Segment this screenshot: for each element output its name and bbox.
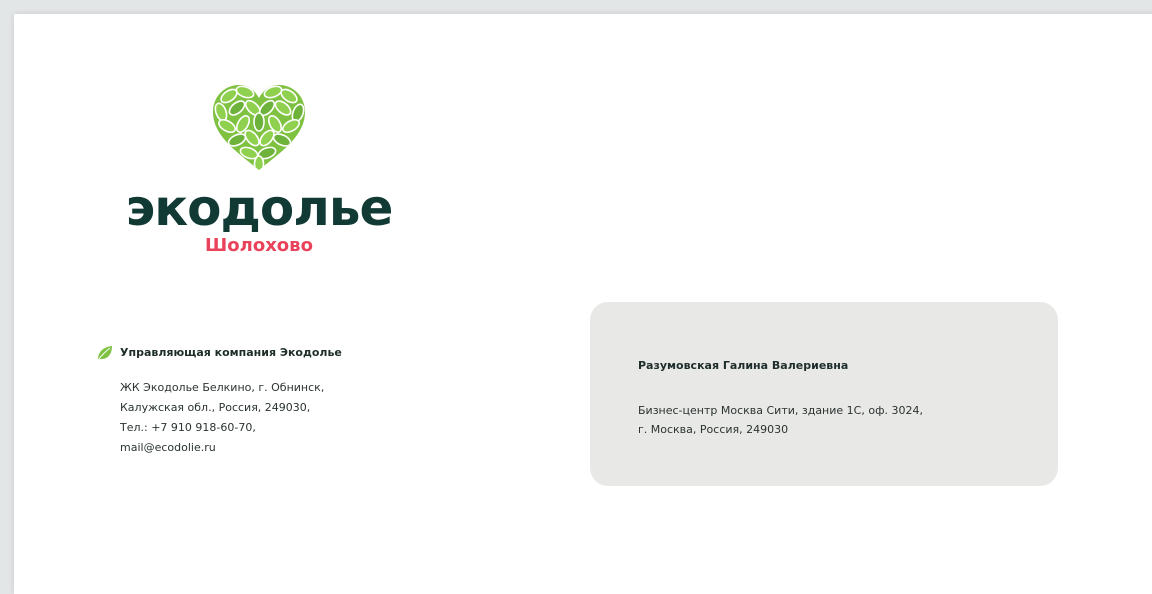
recipient-address-line: Бизнес-центр Москва Сити, здание 1С, оф.… <box>638 404 923 417</box>
recipient-address-line: г. Москва, Россия, 249030 <box>638 423 789 436</box>
sender-address-lines: ЖК Экодолье Белкино, г. Обнинск, Калужск… <box>96 378 426 458</box>
recipient-address-lines: Бизнес-центр Москва Сити, здание 1С, оф.… <box>638 401 923 439</box>
leaf-icon <box>97 346 112 361</box>
recipient-address-block: Разумовская Галина Валериевна Бизнес-цен… <box>590 302 1058 486</box>
sender-address-line: Калужская обл., Россия, 249030, <box>120 401 311 414</box>
brand-name: экодолье <box>125 179 394 237</box>
leaf-heart-icon <box>213 85 305 170</box>
sender-email: mail@ecodolie.ru <box>120 441 216 454</box>
recipient-name: Разумовская Галина Валериевна <box>638 359 849 372</box>
brand-location: Шолохово <box>205 235 313 256</box>
logo: экодолье Шолохово <box>119 82 399 272</box>
sender-address-line: ЖК Экодолье Белкино, г. Обнинск, <box>120 381 325 394</box>
sender-company: Управляющая компания Экодолье <box>96 344 426 362</box>
envelope: экодолье Шолохово Управляющая компания Э… <box>14 14 1152 594</box>
sender-company-name: Управляющая компания Экодолье <box>120 346 342 359</box>
sender-address-block: Управляющая компания Экодолье ЖК Экодоль… <box>96 344 426 458</box>
sender-phone: Тел.: +7 910 918-60-70, <box>120 421 256 434</box>
